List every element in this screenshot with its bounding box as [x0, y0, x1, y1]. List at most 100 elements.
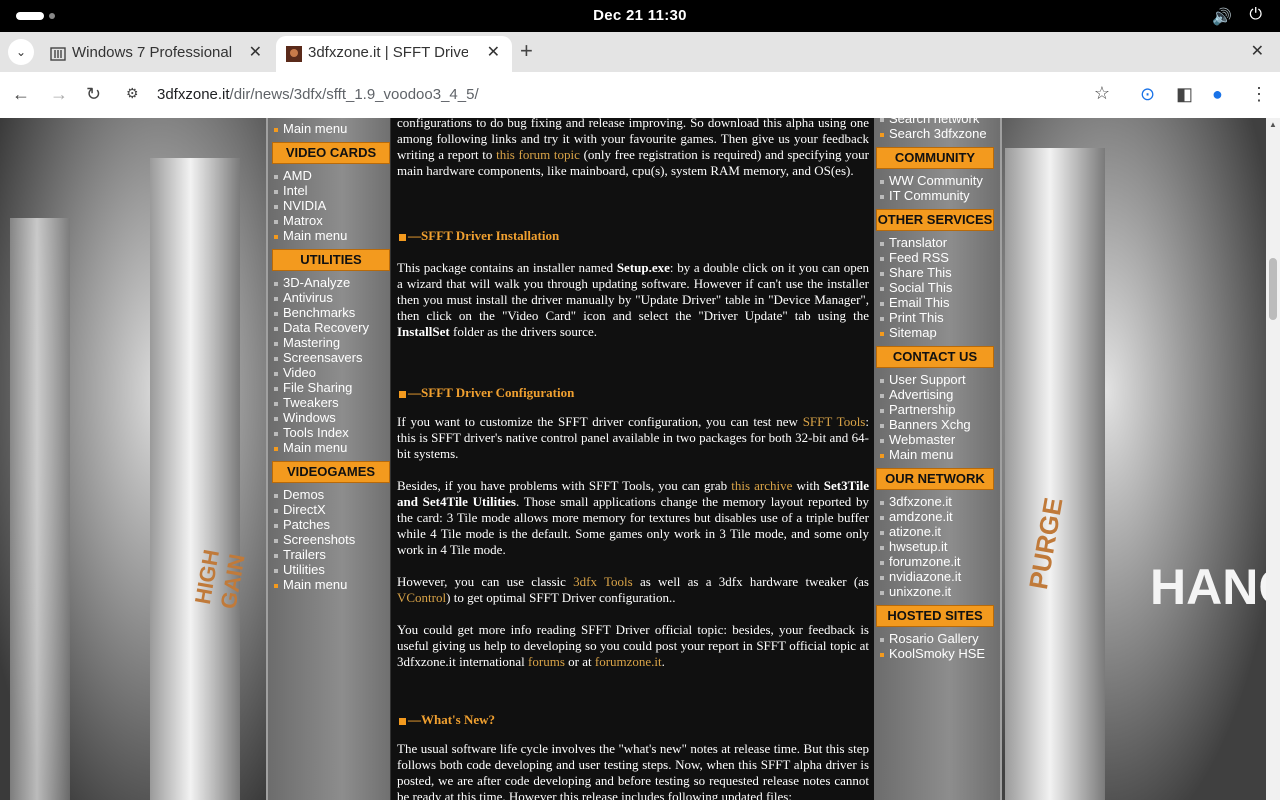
section-header-community: COMMUNITY	[876, 147, 994, 169]
scrollbar-thumb[interactable]	[1269, 258, 1277, 320]
forums-link[interactable]: forums	[528, 654, 565, 669]
menu-item[interactable]: Main menu	[274, 440, 347, 455]
tab-title: 3dfxzone.it | SFFT Driver	[308, 44, 468, 61]
site-info-icon[interactable]: ⚙	[126, 85, 139, 102]
menu-item[interactable]: User Support	[880, 372, 966, 387]
menu-item[interactable]: Benchmarks	[274, 305, 355, 320]
vcontrol-link[interactable]: VControl	[397, 590, 446, 605]
tab-3dfxzone[interactable]: 3dfxzone.it | SFFT Driver ✕	[276, 36, 512, 72]
menu-item[interactable]: Print This	[880, 310, 944, 325]
url-text[interactable]: 3dfxzone.it/dir/news/3dfx/sfft_1.9_voodo…	[157, 86, 479, 103]
article-paragraph-intro: configurations to do bug fixing and rele…	[397, 118, 870, 178]
menu-item[interactable]: Matrox	[274, 213, 323, 228]
left-navigation-menu: Main menu VIDEO CARDS AMD Intel NVIDIA M…	[266, 118, 392, 800]
menu-item[interactable]: File Sharing	[274, 380, 352, 395]
menu-item[interactable]: Webmaster	[880, 432, 955, 447]
menu-item[interactable]: Mastering	[274, 335, 340, 350]
address-bar[interactable]: ⚙ 3dfxzone.it/dir/news/3dfx/sfft_1.9_voo…	[118, 78, 1122, 112]
menu-item[interactable]: Advertising	[880, 387, 953, 402]
menu-item[interactable]: Main menu	[274, 228, 347, 243]
site-favicon-icon	[286, 46, 302, 62]
section-header-videogames: VIDEOGAMES	[272, 461, 390, 483]
menu-item[interactable]: Antivirus	[274, 290, 333, 305]
background-right-scene: PURGE HANG	[1000, 118, 1266, 800]
menu-item[interactable]: amdzone.it	[880, 509, 953, 524]
menu-item[interactable]: Trailers	[274, 547, 326, 562]
close-tab-icon[interactable]: ✕	[249, 42, 262, 62]
menu-item[interactable]: nvidiazone.it	[880, 569, 961, 584]
menu-item[interactable]: AMD	[274, 168, 312, 183]
scroll-up-arrow-icon[interactable]: ▲	[1269, 120, 1277, 129]
system-clock[interactable]: Dec 21 11:30	[0, 7, 1280, 24]
tab-windows7[interactable]: Windows 7 Professional ✕	[40, 36, 274, 72]
new-tab-plus-icon[interactable]: +	[520, 38, 533, 64]
menu-item[interactable]: WW Community	[880, 173, 983, 188]
reload-icon[interactable]: ↻	[86, 84, 101, 105]
menu-item[interactable]: Search network	[880, 118, 979, 126]
side-panel-icon[interactable]: ◧	[1176, 84, 1193, 105]
download-icon[interactable]: ⊙	[1140, 84, 1155, 105]
menu-item[interactable]: Translator	[880, 235, 947, 250]
forumzone-link[interactable]: forumzone.it	[595, 654, 662, 669]
power-icon[interactable]: ⏻	[1249, 6, 1262, 24]
window-close-icon[interactable]: ✕	[1251, 41, 1264, 61]
menu-item[interactable]: Feed RSS	[880, 250, 949, 265]
menu-item[interactable]: Tools Index	[274, 425, 349, 440]
menu-item[interactable]: 3dfxzone.it	[880, 494, 952, 509]
menu-item[interactable]: Screensavers	[274, 350, 362, 365]
menu-item[interactable]: Data Recovery	[274, 320, 369, 335]
menu-item[interactable]: IT Community	[880, 188, 970, 203]
article-paragraph-installation: This package contains an installer named…	[397, 260, 870, 339]
menu-item[interactable]: Partnership	[880, 402, 955, 417]
3dfx-tools-link[interactable]: 3dfx Tools	[573, 574, 633, 589]
section-header-video-cards: VIDEO CARDS	[272, 142, 390, 164]
right-navigation-menu: Search network Search 3dfxzone COMMUNITY…	[874, 118, 1002, 800]
menu-item[interactable]: atizone.it	[880, 524, 941, 539]
article-content: configurations to do bug fixing and rele…	[390, 118, 876, 800]
menu-item[interactable]: Windows	[274, 410, 336, 425]
menu-item[interactable]: DirectX	[274, 502, 326, 517]
menu-item[interactable]: Banners Xchg	[880, 417, 971, 432]
forward-arrow-icon[interactable]: →	[50, 84, 68, 105]
back-arrow-icon[interactable]: ←	[12, 84, 30, 105]
forum-topic-link[interactable]: this forum topic	[496, 147, 580, 162]
archive-link[interactable]: this archive	[731, 478, 792, 493]
menu-item[interactable]: Main menu	[274, 121, 347, 136]
menu-item[interactable]: Patches	[274, 517, 330, 532]
menu-item[interactable]: unixzone.it	[880, 584, 951, 599]
menu-kebab-icon[interactable]: ⋮	[1250, 84, 1268, 105]
menu-item[interactable]: Main menu	[880, 447, 953, 462]
menu-item[interactable]: hwsetup.it	[880, 539, 948, 554]
sfft-tools-link[interactable]: SFFT Tools	[803, 414, 866, 429]
tab-list-chevron-icon[interactable]: ⌄	[8, 39, 34, 65]
menu-item[interactable]: forumzone.it	[880, 554, 961, 569]
section-header-our-network: OUR NETWORK	[876, 468, 994, 490]
profile-avatar-icon[interactable]: ●	[1212, 84, 1223, 105]
menu-item[interactable]: Rosario Gallery	[880, 631, 979, 646]
volume-icon[interactable]: 🔊	[1212, 7, 1232, 27]
browser-toolbar: ← → ↻ ⚙ 3dfxzone.it/dir/news/3dfx/sfft_1…	[0, 72, 1280, 119]
page-scrollbar[interactable]: ▲	[1266, 118, 1280, 800]
menu-item[interactable]: Tweakers	[274, 395, 339, 410]
menu-item[interactable]: Main menu	[274, 577, 347, 592]
menu-item[interactable]: Demos	[274, 487, 324, 502]
menu-item[interactable]: 3D-Analyze	[274, 275, 350, 290]
menu-item[interactable]: Search 3dfxzone	[880, 126, 987, 141]
menu-item[interactable]: Utilities	[274, 562, 325, 577]
article-paragraph-config-2: Besides, if you have problems with SFFT …	[397, 478, 869, 557]
menu-item[interactable]: Intel	[274, 183, 308, 198]
tab-title: Windows 7 Professional	[72, 44, 232, 61]
menu-item[interactable]: Social This	[880, 280, 952, 295]
menu-item[interactable]: Share This	[880, 265, 952, 280]
menu-item[interactable]: Email This	[880, 295, 949, 310]
menu-item[interactable]: Screenshots	[274, 532, 355, 547]
menu-item[interactable]: Sitemap	[880, 325, 937, 340]
article-paragraph-config-4: You could get more info reading SFFT Dri…	[397, 622, 869, 669]
menu-item[interactable]: KoolSmoky HSE	[880, 646, 985, 661]
background-left-scene: HIGH GAIN	[0, 118, 266, 800]
bookmark-star-icon[interactable]: ☆	[1094, 83, 1110, 104]
close-tab-icon[interactable]: ✕	[487, 42, 500, 62]
section-header-hosted-sites: HOSTED SITES	[876, 605, 994, 627]
menu-item[interactable]: Video	[274, 365, 316, 380]
menu-item[interactable]: NVIDIA	[274, 198, 326, 213]
